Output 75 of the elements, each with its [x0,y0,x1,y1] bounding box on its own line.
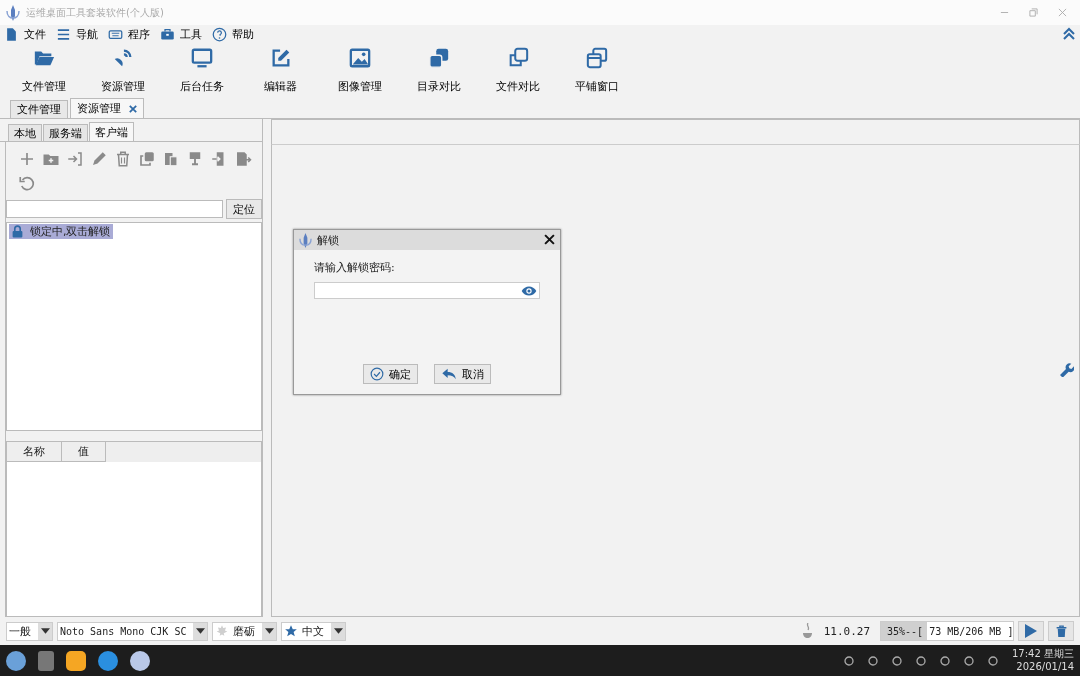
wrench-icon[interactable] [1058,361,1074,377]
help-icon [212,26,227,42]
tree-item[interactable]: 锁定中,双击解锁 [9,224,113,239]
toolbar-button[interactable]: 目录对比 [399,47,478,94]
check-circle-icon [370,367,384,381]
trash-button[interactable] [1048,621,1074,641]
menu-item[interactable]: 导航 [56,26,98,42]
trash-icon[interactable] [114,150,132,168]
copy-icon[interactable] [138,150,156,168]
star-icon [284,624,299,638]
menu-item[interactable]: 程序 [108,26,150,42]
app-icon[interactable] [66,650,86,671]
copy-icon [427,47,450,69]
coffee-cup-icon [801,623,814,639]
plus-icon[interactable] [18,150,36,168]
app-logo-icon [299,232,312,248]
eye-icon[interactable] [521,284,537,297]
panel-tab[interactable]: 客户端 [89,122,134,141]
toolbox-icon [160,26,175,42]
undo-icon[interactable] [18,174,36,192]
toolbar-button[interactable]: 编辑器 [241,47,320,94]
dropdown[interactable]: 中文 [281,621,347,641]
paste-icon[interactable] [162,150,180,168]
caret-icon [264,628,274,634]
clock-time: 17:42 星期三 [1012,648,1074,660]
toolbar-button[interactable]: 文件管理 [4,47,83,94]
caret-icon [333,628,343,634]
password-field[interactable] [314,282,540,299]
clock-date: 2026/01/14 [1016,661,1074,673]
menu-item[interactable]: 帮助 [212,26,254,42]
monitor-icon [190,47,213,69]
reply-arrow-icon [441,367,457,381]
version-label: 11.0.27 [823,624,870,638]
pencil-icon[interactable] [90,150,108,168]
play-button[interactable] [1018,621,1044,641]
document-tab[interactable]: 资源管理 [70,98,144,118]
lock-icon [11,225,24,238]
app-logo-icon [6,4,20,21]
close-icon[interactable] [129,104,137,113]
menu-item[interactable]: 工具 [160,26,202,42]
dropdown[interactable]: 一般 [6,621,53,641]
dropdown[interactable]: Noto Sans Mono CJK SC [57,621,209,641]
app-icon[interactable] [130,650,150,671]
password-prompt: 请输入解锁密码: [314,260,396,275]
window-title: 运维桌面工具套装软件(个人版) [26,5,164,20]
dialog-title: 解锁 [317,232,339,248]
caret-icon [40,628,50,634]
locate-button[interactable]: 定位 [226,199,262,219]
dropdown[interactable]: 磨砺 [212,621,278,641]
menu-item[interactable]: 文件 [4,26,46,42]
caret-icon [195,628,205,634]
menu-icon [56,26,71,42]
toolbar-button[interactable]: 后台任务 [162,47,241,94]
document-icon [4,26,19,42]
windows-icon [585,47,608,69]
panel-tab[interactable]: 本地 [8,124,42,141]
collapse-icon[interactable] [1062,27,1076,41]
sign-in-icon[interactable] [66,150,84,168]
toolbar-button[interactable]: 文件对比 [478,47,557,94]
column-header[interactable]: 名称 [7,442,62,462]
trash-icon [1054,623,1068,639]
confirm-button[interactable]: 确定 [363,364,418,384]
memory-meter: 35%--[ 73 MB/206 MB ] [880,621,1014,641]
file-export-icon[interactable] [234,150,252,168]
toolbar-button[interactable]: 平铺窗口 [557,47,636,94]
column-header[interactable]: 值 [62,442,106,462]
toolbar-button[interactable]: 图像管理 [320,47,399,94]
panel-tab[interactable]: 服务端 [43,124,88,141]
multitask-icon[interactable] [38,650,54,671]
locate-field[interactable] [6,200,223,218]
cancel-button[interactable]: 取消 [434,364,491,384]
image-icon [348,47,371,69]
document-tab[interactable]: 文件管理 [10,100,68,118]
play-icon [1025,624,1037,638]
toolbar-button[interactable]: 资源管理 [83,47,162,94]
